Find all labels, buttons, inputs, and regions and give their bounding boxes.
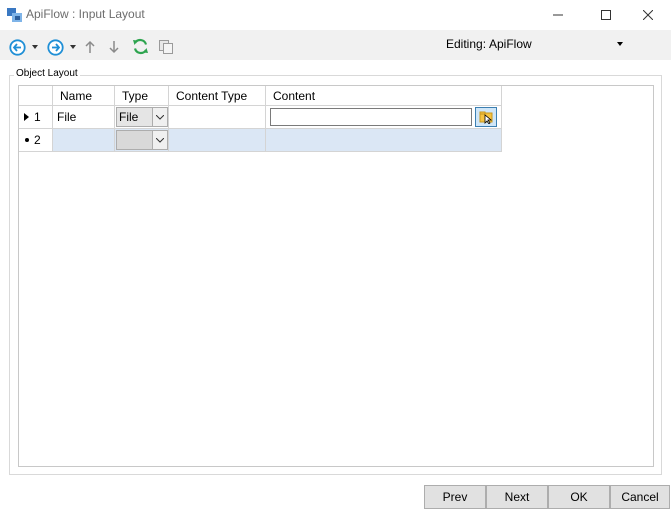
folder-icon <box>479 111 493 124</box>
content-type-cell[interactable] <box>169 129 266 152</box>
name-cell[interactable] <box>53 129 115 152</box>
minimize-button[interactable] <box>535 0 581 30</box>
back-button[interactable] <box>8 37 26 57</box>
close-button[interactable] <box>625 0 671 30</box>
ok-button[interactable]: OK <box>548 485 610 509</box>
column-header-type[interactable]: Type <box>115 86 169 106</box>
chevron-down-icon <box>617 42 623 46</box>
editing-dropdown[interactable]: ApiFlow <box>485 34 627 54</box>
row-header-corner <box>19 86 53 106</box>
refresh-icon <box>132 38 148 54</box>
column-header-content-type[interactable]: Content Type <box>169 86 266 106</box>
chevron-down-icon[interactable] <box>152 108 167 126</box>
row-number: 2 <box>34 133 41 147</box>
minimize-icon <box>553 14 563 16</box>
move-down-button[interactable] <box>107 37 121 57</box>
type-cell[interactable] <box>115 129 169 152</box>
window-title: ApiFlow : Input Layout <box>26 7 145 21</box>
editing-value: ApiFlow <box>489 37 532 51</box>
name-cell[interactable]: File <box>53 106 115 129</box>
browse-button[interactable] <box>475 107 497 127</box>
maximize-button[interactable] <box>583 0 629 30</box>
new-row-icon <box>25 138 29 142</box>
forward-circle-icon <box>46 38 64 56</box>
row-header[interactable]: 1 <box>19 106 53 129</box>
content-type-cell[interactable] <box>169 106 266 129</box>
arrow-down-icon <box>109 41 119 54</box>
editing-label: Editing: <box>446 37 487 51</box>
cancel-button[interactable]: Cancel <box>610 485 670 509</box>
row-number: 1 <box>34 110 41 124</box>
maximize-icon <box>601 10 611 20</box>
back-circle-icon <box>8 38 26 56</box>
forward-dropdown-icon[interactable] <box>70 45 76 49</box>
arrow-up-icon <box>85 40 95 53</box>
object-layout-label: Object Layout <box>14 68 80 79</box>
back-dropdown-icon[interactable] <box>32 45 38 49</box>
layout-grid: Name Type Content Type Content 1 File Fi… <box>18 85 654 467</box>
content-cell[interactable] <box>266 106 502 129</box>
type-cell[interactable]: File <box>115 106 169 129</box>
chevron-down-icon[interactable] <box>152 131 167 149</box>
forward-button[interactable] <box>46 37 64 57</box>
column-header-content[interactable]: Content <box>266 86 502 106</box>
type-combobox[interactable] <box>116 130 168 150</box>
row-header[interactable]: 2 <box>19 129 53 152</box>
content-input[interactable] <box>270 108 472 126</box>
type-combobox[interactable]: File <box>116 107 168 127</box>
copy-icon <box>159 40 173 54</box>
move-up-button[interactable] <box>83 37 97 57</box>
next-button[interactable]: Next <box>486 485 548 509</box>
close-icon <box>643 10 653 20</box>
column-header-name[interactable]: Name <box>53 86 115 106</box>
app-icon <box>6 6 24 24</box>
current-row-icon <box>24 113 29 121</box>
copy-button[interactable] <box>157 37 175 57</box>
refresh-button[interactable] <box>130 36 150 56</box>
prev-button[interactable]: Prev <box>424 485 486 509</box>
content-cell[interactable] <box>266 129 502 152</box>
